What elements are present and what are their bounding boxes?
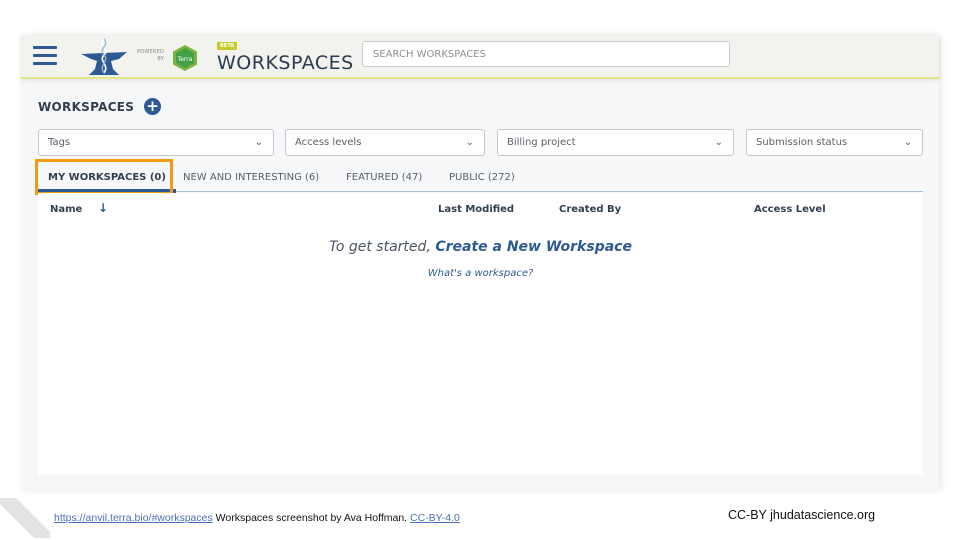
help-line: What's a workspace?: [38, 268, 923, 279]
chevron-down-icon: ⌄: [903, 137, 912, 148]
top-bar: POWERED BY Terra BETA WORKSPACES: [21, 35, 939, 79]
column-label: Name: [50, 204, 83, 215]
filter-submission-status[interactable]: Submission status ⌄: [746, 129, 923, 156]
column-header-access-level[interactable]: Access Level: [754, 204, 826, 215]
column-label: Last Modified: [438, 204, 515, 215]
create-new-workspace-link[interactable]: Create a New Workspace: [435, 239, 632, 255]
column-header-last-modified[interactable]: Last Modified: [438, 204, 514, 215]
tab-label: PUBLIC (272): [449, 172, 515, 183]
arrow-down-icon[interactable]: ↓: [98, 201, 108, 215]
filter-tags[interactable]: Tags ⌄: [38, 129, 274, 156]
column-label: Access Level: [754, 204, 826, 215]
tab-label: NEW AND INTERESTING (6): [183, 172, 320, 183]
chevron-down-icon: ⌄: [465, 137, 474, 148]
tab-label: FEATURED (47): [346, 172, 423, 183]
license-link[interactable]: CC-BY-4.0: [410, 512, 460, 524]
filter-label: Submission status: [756, 137, 848, 148]
terra-label: Terra: [177, 56, 193, 63]
caption-text: Workspaces screenshot by Ava Hoffman.: [212, 512, 411, 524]
filter-billing-project[interactable]: Billing project ⌄: [497, 129, 734, 156]
app-window: POWERED BY Terra BETA WORKSPACES WORKSPA…: [21, 35, 939, 490]
column-label: Created By: [559, 204, 622, 215]
tab-label: MY WORKSPACES (0): [48, 172, 166, 183]
chevron-down-icon: ⌄: [254, 137, 263, 148]
app-title: WORKSPACES: [217, 52, 354, 74]
plus-circle-icon: +: [146, 97, 159, 115]
add-workspace-button[interactable]: +: [144, 98, 161, 115]
filter-access-levels[interactable]: Access levels ⌄: [285, 129, 485, 156]
attribution-line: https://anvil.terra.bio/#workspaces Work…: [54, 512, 460, 524]
powered-by-label: POWERED BY: [137, 49, 164, 62]
source-url-link[interactable]: https://anvil.terra.bio/#workspaces: [54, 512, 213, 524]
page-title: WORKSPACES: [38, 100, 135, 114]
column-header-created-by[interactable]: Created By: [559, 204, 621, 215]
column-header-name[interactable]: Name: [50, 204, 82, 215]
anvil-logo-icon: [81, 38, 127, 75]
empty-state-prefix: To get started,: [329, 239, 436, 255]
hamburger-menu-icon[interactable]: [33, 46, 57, 66]
filter-label: Tags: [48, 137, 71, 148]
credit-text: CC-BY jhudatascience.org: [728, 508, 876, 522]
beta-badge: BETA: [217, 42, 238, 50]
slide-corner-decoration-icon: [0, 498, 50, 538]
whats-a-workspace-link[interactable]: What's a workspace?: [428, 268, 534, 279]
terra-logo-icon: Terra: [173, 45, 197, 71]
tab-my-workspaces[interactable]: MY WORKSPACES (0): [38, 163, 176, 193]
filter-label: Billing project: [507, 137, 576, 148]
tab-public[interactable]: PUBLIC (272): [449, 163, 515, 192]
tab-featured[interactable]: FEATURED (47): [346, 163, 422, 192]
workspaces-table: Name ↓ Last Modified Created By Access L…: [38, 193, 923, 475]
chevron-down-icon: ⌄: [714, 137, 723, 148]
filter-label: Access levels: [295, 137, 362, 148]
empty-state-message: To get started, Create a New Workspace: [38, 239, 923, 255]
search-workspaces-input[interactable]: [362, 41, 730, 67]
workspace-tabs: MY WORKSPACES (0) NEW AND INTERESTING (6…: [38, 163, 923, 193]
tab-new-and-interesting[interactable]: NEW AND INTERESTING (6): [183, 163, 319, 192]
